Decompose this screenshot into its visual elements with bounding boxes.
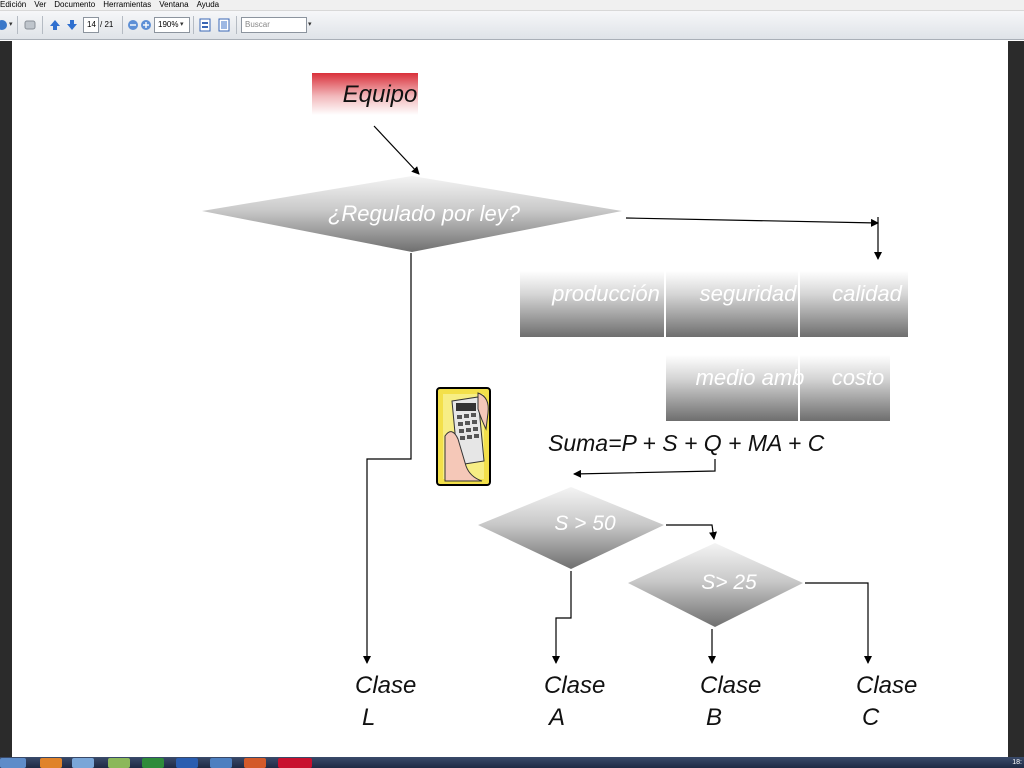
menu-ver[interactable]: Ver (34, 0, 46, 10)
criteria-seguridad: seguridad (700, 281, 797, 306)
menu-documento[interactable]: Documento (54, 0, 95, 10)
taskbar-word-icon[interactable] (176, 758, 198, 768)
zoom-in-icon[interactable] (138, 17, 154, 33)
clase-b-line1: Clase (700, 672, 761, 699)
search-placeholder: Buscar (245, 20, 270, 29)
arrow-regulado-right (625, 217, 879, 227)
menu-edicion[interactable]: Edición (0, 0, 26, 10)
suma-formula: Suma=P + S + Q + MA + C (548, 430, 825, 456)
criteria-calidad: calidad (832, 281, 902, 306)
menu-bar: Edición Ver Documento Herramientas Venta… (0, 0, 1024, 11)
arrow-clase-a (552, 571, 572, 664)
clase-b-line2: B (706, 704, 722, 731)
search-input[interactable]: Buscar (241, 17, 307, 33)
page-number-input[interactable]: 14 (83, 17, 99, 33)
toolbar-separator (42, 16, 43, 34)
menu-ventana[interactable]: Ventana (159, 0, 188, 10)
document-page: Equipo ¿Regulado por ley? producción seg… (12, 41, 1008, 757)
chevron-down-icon[interactable]: ▾ (9, 17, 13, 33)
toolbar-separator (236, 16, 237, 34)
toolbar-separator (122, 16, 123, 34)
toolbar-separator (17, 16, 18, 34)
arrow-equipo-regulado (373, 125, 420, 175)
criteria-produccion: producción (551, 281, 660, 306)
taskbar: 18: (0, 757, 1024, 768)
decision2-label: S> 25 (701, 571, 757, 594)
taskbar-powerpoint-icon[interactable] (244, 758, 266, 768)
zoom-level-value: 190% (158, 20, 179, 29)
share-icon[interactable] (22, 17, 38, 33)
right-gutter (1008, 41, 1024, 757)
criteria-costo: costo (832, 365, 885, 390)
clase-c-line1: Clase (856, 672, 917, 699)
toolbar-separator (193, 16, 194, 34)
taskbar-app-icon[interactable] (40, 758, 62, 768)
zoom-level-select[interactable]: 190% (154, 17, 190, 33)
calculator-icon (436, 387, 491, 486)
taskbar-excel-icon[interactable] (142, 758, 164, 768)
clase-a-line1: Clase (544, 672, 605, 699)
decision1-label: S > 50 (554, 512, 616, 535)
taskbar-app-icon[interactable] (210, 758, 232, 768)
arrow-clase-c (805, 582, 872, 664)
taskbar-app-icon[interactable] (72, 758, 94, 768)
clase-l-line2: L (362, 704, 375, 731)
clase-c-line2: C (862, 704, 880, 731)
equipo-label: Equipo (343, 81, 418, 108)
flowchart: Equipo ¿Regulado por ley? producción seg… (202, 73, 917, 731)
clase-a-line2: A (547, 704, 565, 731)
taskbar-app-icon[interactable] (108, 758, 130, 768)
menu-herramientas[interactable]: Herramientas (103, 0, 151, 10)
menu-ayuda[interactable]: Ayuda (197, 0, 220, 10)
regulado-label: ¿Regulado por ley? (328, 201, 521, 226)
arrow-decision1-decision2 (666, 524, 717, 540)
start-button[interactable] (0, 758, 26, 768)
left-gutter (0, 41, 12, 757)
taskbar-reader-icon[interactable] (278, 758, 312, 768)
next-page-icon[interactable] (64, 17, 80, 33)
page-total: / 21 (100, 20, 114, 29)
arrow-clase-l (363, 253, 412, 664)
fit-width-icon[interactable] (216, 17, 232, 33)
chevron-down-icon[interactable]: ▾ (180, 17, 184, 33)
taskbar-clock: 18: (1012, 759, 1022, 766)
fit-page-icon[interactable] (197, 17, 213, 33)
criteria-medio-amb: medio amb (696, 365, 805, 390)
toolbar: ▾ 14 / 21 190% ▾ Buscar ▾ (0, 11, 1024, 40)
previous-page-icon[interactable] (47, 17, 63, 33)
chevron-down-icon[interactable]: ▾ (308, 17, 312, 33)
clase-l-line1: Clase (355, 672, 416, 699)
arrow-suma-decision1 (573, 459, 716, 478)
